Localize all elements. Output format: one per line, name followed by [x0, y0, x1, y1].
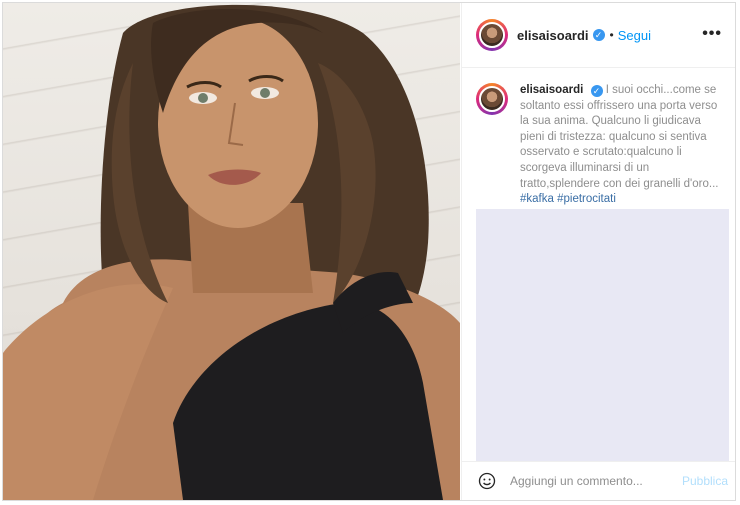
post-side-panel: elisaisoardi ✓ • Segui ••• elisaisoardi …	[461, 3, 735, 500]
caption-body: I suoi occhi...come se soltanto essi off…	[520, 84, 719, 190]
caption-verified-badge-icon: ✓	[590, 85, 603, 97]
hashtag-link[interactable]: #kafka	[520, 193, 554, 205]
caption-username-link[interactable]: elisaisoardi	[520, 84, 583, 96]
username-link[interactable]: elisaisoardi	[517, 28, 589, 43]
separator-dot: •	[609, 28, 614, 42]
caption: elisaisoardi ✓ I suoi occhi...come se so…	[462, 83, 735, 208]
hashtag-link[interactable]: #pietrocitati	[557, 193, 616, 205]
publish-button[interactable]: Pubblica	[682, 474, 728, 488]
verified-badge-icon: ✓	[592, 29, 605, 41]
emoji-icon[interactable]	[478, 472, 496, 490]
follow-button[interactable]: Segui	[618, 28, 651, 43]
caption-avatar[interactable]	[476, 83, 508, 115]
caption-avatar-image	[479, 86, 505, 112]
comment-input[interactable]	[508, 473, 672, 489]
comment-bar: Pubblica	[462, 461, 735, 500]
placeholder-box	[476, 209, 729, 462]
post-photo[interactable]	[3, 3, 460, 500]
post-header: elisaisoardi ✓ • Segui •••	[462, 3, 735, 68]
avatar-image	[479, 22, 505, 48]
instagram-post: elisaisoardi ✓ • Segui ••• elisaisoardi …	[2, 2, 736, 501]
more-options-icon[interactable]: •••	[702, 25, 722, 43]
avatar[interactable]	[476, 19, 508, 51]
selfie-image	[3, 4, 460, 500]
caption-text: elisaisoardi ✓ I suoi occhi...come se so…	[520, 83, 720, 208]
